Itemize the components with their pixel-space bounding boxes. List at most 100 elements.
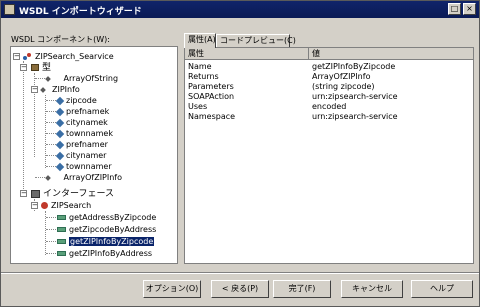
field-icon xyxy=(55,162,65,171)
column-header-value[interactable]: 値 xyxy=(309,48,473,59)
operation-label-selected: getZIPInfoByZipcode xyxy=(69,237,155,246)
tree-connector xyxy=(46,229,56,230)
tree-node-arrayofzipinfo[interactable]: ArrayOfZIPInfo xyxy=(45,172,123,183)
button-separator xyxy=(1,272,479,274)
operation-getzipcodebyaddress[interactable]: getZipcodeByAddress xyxy=(57,224,156,235)
attribute-name: SOAPAction xyxy=(188,92,235,101)
cancel-button[interactable]: キャンセル xyxy=(341,280,403,298)
tree-node-types[interactable]: 型 xyxy=(31,62,51,73)
tree-connector xyxy=(46,253,56,254)
tree-connector xyxy=(35,78,45,79)
attribute-value: encoded xyxy=(312,102,347,111)
operation-label: getZIPInfoByAddress xyxy=(69,249,153,258)
field-townnamek[interactable]: townnamek xyxy=(55,128,113,139)
tree-connector xyxy=(23,61,24,189)
attribute-value: (string zipcode) xyxy=(312,82,375,91)
operation-getzipinfobyaddress[interactable]: getZIPInfoByAddress xyxy=(57,248,152,259)
tab-code-preview[interactable]: コードプレビュー(C) xyxy=(216,34,296,47)
field-label: zipcode xyxy=(66,96,97,105)
tree-connector xyxy=(46,217,56,218)
table-row[interactable]: SOAPAction urn:zipsearch-service xyxy=(185,92,473,102)
field-icon xyxy=(55,107,65,116)
field-prefnamek[interactable]: prefnamek xyxy=(55,106,110,117)
app-icon xyxy=(4,4,15,15)
field-prefnamer[interactable]: prefnamer xyxy=(55,139,108,150)
title-bar[interactable]: WSDL インポートウィザード □ × xyxy=(1,1,479,18)
tree-node-zipsearch[interactable]: ZIPSearch xyxy=(41,200,91,211)
field-icon xyxy=(55,96,65,105)
field-label: townnamer xyxy=(66,162,112,171)
attribute-name: Namespace xyxy=(188,112,236,121)
column-header-attribute[interactable]: 属性 xyxy=(185,48,309,59)
attribute-value: urn:zipsearch-service xyxy=(312,92,398,101)
operation-icon xyxy=(57,215,66,220)
interface-folder-icon xyxy=(31,189,40,198)
collapse-root-toggle[interactable]: − xyxy=(13,53,20,60)
bullet-icon xyxy=(45,75,51,82)
field-label: prefnamek xyxy=(66,107,110,116)
back-button[interactable]: < 戻る(P) xyxy=(211,280,269,298)
field-citynamer[interactable]: citynamer xyxy=(55,150,107,161)
tree-node-arrayofstring[interactable]: ArrayOfString xyxy=(45,73,119,84)
types-folder-icon xyxy=(31,64,39,71)
tree-connector xyxy=(45,95,46,168)
interface-icon xyxy=(41,202,48,209)
collapse-interfaces-toggle[interactable]: − xyxy=(20,190,27,197)
field-citynamek[interactable]: citynamek xyxy=(55,117,108,128)
tab-attributes[interactable]: 属性(A) xyxy=(184,33,216,48)
help-button[interactable]: ヘルプ xyxy=(411,280,473,298)
table-row[interactable]: Returns ArrayOfZIPInfo xyxy=(185,72,473,82)
window-title: WSDL インポートウィザード xyxy=(19,7,142,17)
attribute-name: Parameters xyxy=(188,82,234,91)
table-row[interactable]: Name getZIPInfoByZipcode xyxy=(185,62,473,72)
service-label: ZIPSearch_Searvice xyxy=(35,52,114,61)
field-townnamer[interactable]: townnamer xyxy=(55,161,112,172)
field-label: citynamer xyxy=(66,151,107,160)
collapse-types-toggle[interactable]: − xyxy=(20,64,27,71)
table-row[interactable]: Parameters (string zipcode) xyxy=(185,82,473,92)
close-button[interactable]: × xyxy=(463,3,476,15)
arrayofstring-label: ArrayOfString xyxy=(63,74,119,83)
zipsearch-label: ZIPSearch xyxy=(51,201,92,210)
operation-icon xyxy=(57,227,66,232)
table-row[interactable]: Namespace urn:zipsearch-service xyxy=(185,112,473,122)
types-label: 型 xyxy=(42,63,52,73)
operation-getaddressbyzipcode[interactable]: getAddressByZipcode xyxy=(57,212,156,223)
field-icon xyxy=(55,151,65,160)
operation-icon xyxy=(57,239,66,244)
service-icon xyxy=(23,52,32,61)
collapse-zipinfo-toggle[interactable]: − xyxy=(31,86,38,93)
attribute-name: Uses xyxy=(188,102,208,111)
tree-connector xyxy=(35,177,45,178)
zipinfo-label: ZIPInfo xyxy=(52,85,80,94)
bullet-icon xyxy=(40,86,46,93)
field-icon xyxy=(55,140,65,149)
finish-button[interactable]: 完了(F) xyxy=(273,280,331,298)
attributes-panel: 属性 値 Name getZIPInfoByZipcode Returns Arra… xyxy=(184,47,474,264)
table-header: 属性 値 xyxy=(185,48,473,60)
attribute-value: getZIPInfoByZipcode xyxy=(312,62,396,71)
field-label: prefnamer xyxy=(66,140,108,149)
tree-node-zipinfo[interactable]: ZIPInfo xyxy=(40,84,80,95)
tree-node-service[interactable]: ZIPSearch_Searvice xyxy=(23,51,114,62)
bullet-icon xyxy=(45,174,51,181)
maximize-button[interactable]: □ xyxy=(448,3,461,15)
operation-icon xyxy=(57,251,66,256)
collapse-zipsearch-toggle[interactable]: − xyxy=(31,202,38,209)
operation-getzipinfobyzipcode[interactable]: getZIPInfoByZipcode xyxy=(57,236,155,247)
interfaces-label: インターフェース xyxy=(43,189,115,199)
table-row[interactable]: Uses encoded xyxy=(185,102,473,112)
attribute-value: ArrayOfZIPInfo xyxy=(312,72,371,81)
tree-connector xyxy=(46,241,56,242)
operation-label: getZipcodeByAddress xyxy=(69,225,157,234)
options-button[interactable]: オプション(O) xyxy=(143,280,201,298)
arrayofzipinfo-label: ArrayOfZIPInfo xyxy=(63,173,123,182)
components-label: WSDL コンポーネント(W): xyxy=(11,35,110,44)
field-label: citynamek xyxy=(66,118,108,127)
tree-node-interfaces[interactable]: インターフェース xyxy=(31,188,114,199)
operation-label: getAddressByZipcode xyxy=(69,213,157,222)
attribute-value: urn:zipsearch-service xyxy=(312,112,398,121)
field-label: townnamek xyxy=(66,129,113,138)
field-zipcode[interactable]: zipcode xyxy=(55,95,97,106)
wsdl-component-tree[interactable]: − ZIPSearch_Searvice − 型 ArrayOfString −… xyxy=(10,46,178,264)
